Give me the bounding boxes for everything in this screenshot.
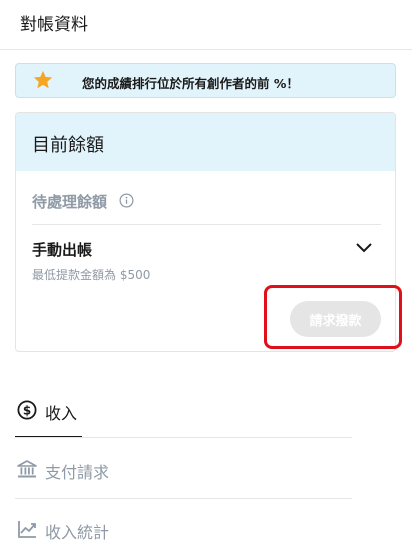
current-balance-title: 目前餘額 bbox=[32, 135, 104, 156]
pending-balance-label: 待處理餘額 bbox=[32, 193, 108, 211]
manual-payout-label: 手動出帳 bbox=[32, 241, 93, 259]
balance-card-header: 目前餘額 bbox=[16, 113, 395, 171]
nav-item-payment-requests[interactable]: 支付請求 bbox=[15, 440, 352, 500]
page-header: 對帳資料 bbox=[0, 0, 412, 50]
svg-text:$: $ bbox=[23, 404, 31, 418]
divider bbox=[32, 224, 381, 225]
balance-card: 目前餘額 待處理餘額 手動出帳 最低提款金額為 $500 請求撥款 bbox=[15, 112, 396, 352]
info-icon[interactable] bbox=[119, 193, 134, 208]
nav-item-label: 收入統計 bbox=[45, 523, 110, 542]
nav-item-label: 支付請求 bbox=[45, 463, 110, 482]
bank-icon bbox=[17, 460, 37, 478]
divider bbox=[15, 498, 352, 499]
star-icon bbox=[33, 70, 53, 89]
divider bbox=[15, 437, 352, 438]
ranking-banner: 您的成績排行位於所有創作者的前 %！ bbox=[15, 63, 396, 98]
ranking-text: 您的成績排行位於所有創作者的前 %！ bbox=[82, 76, 299, 91]
min-amount-text: 最低提款金額為 $500 bbox=[32, 268, 151, 282]
chevron-down-icon[interactable] bbox=[355, 241, 373, 255]
request-payout-button[interactable]: 請求撥款 bbox=[290, 301, 381, 337]
page-title: 對帳資料 bbox=[20, 15, 88, 35]
nav-item-income[interactable]: $ 收入 bbox=[15, 380, 352, 440]
nav-item-label: 收入 bbox=[45, 404, 78, 423]
dollar-circle-icon: $ bbox=[17, 400, 37, 420]
nav-item-income-stats[interactable]: 收入統計 bbox=[15, 500, 352, 560]
trend-chart-icon bbox=[18, 521, 36, 538]
